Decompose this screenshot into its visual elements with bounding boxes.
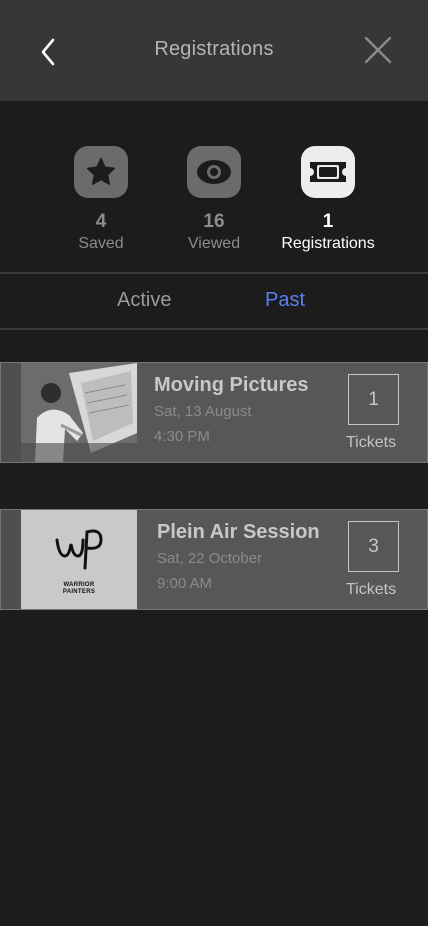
event-date: Sat, 13 August — [154, 403, 252, 420]
tab-bar: Active Past — [0, 274, 428, 328]
registrations-label: Registrations — [281, 235, 375, 252]
svg-text:WARRIOR: WARRIOR — [63, 582, 94, 588]
event-thumbnail: WARRIOR PAINTERS — [21, 510, 137, 609]
ticket-count-box: 3 — [348, 521, 399, 572]
stats-bar: 4 Saved 16 Viewed 1 Registrations — [0, 146, 428, 256]
svg-text:PAINTERS: PAINTERS — [63, 589, 95, 595]
stat-saved[interactable]: 4 Saved — [46, 146, 156, 254]
event-thumbnail — [21, 363, 137, 462]
event-card[interactable]: Moving Pictures Sat, 13 August 4:30 PM 1… — [0, 362, 428, 463]
event-name: Moving Pictures — [154, 374, 309, 396]
tickets-label: Tickets — [346, 581, 397, 598]
app-header: Registrations — [0, 0, 428, 101]
event-name: Plein Air Session — [157, 521, 320, 543]
close-icon — [364, 36, 392, 64]
star-icon — [86, 157, 116, 185]
stat-registrations[interactable]: 1 Registrations — [273, 146, 383, 254]
close-button[interactable] — [360, 31, 396, 69]
tab-past[interactable]: Past — [265, 289, 305, 312]
registrations-count: 1 — [322, 211, 334, 232]
event-time: 9:00 AM — [157, 575, 213, 592]
viewed-label: Viewed — [187, 235, 241, 252]
ticket-count-box: 1 — [348, 374, 399, 425]
saved-count: 4 — [95, 211, 107, 232]
viewed-count: 16 — [203, 211, 225, 232]
warrior-painters-logo: WARRIOR PAINTERS — [55, 529, 103, 595]
tab-active[interactable]: Active — [117, 289, 171, 312]
saved-label: Saved — [78, 235, 124, 252]
tickets-label: Tickets — [346, 434, 397, 451]
eye-icon — [197, 160, 231, 184]
event-date: Sat, 22 October — [157, 550, 263, 567]
event-time: 4:30 PM — [154, 428, 210, 445]
divider — [0, 328, 428, 330]
event-card[interactable]: WARRIOR PAINTERS Plein Air Session Sat, … — [0, 509, 428, 610]
stat-viewed[interactable]: 16 Viewed — [159, 146, 269, 254]
ticket-icon — [310, 162, 346, 182]
